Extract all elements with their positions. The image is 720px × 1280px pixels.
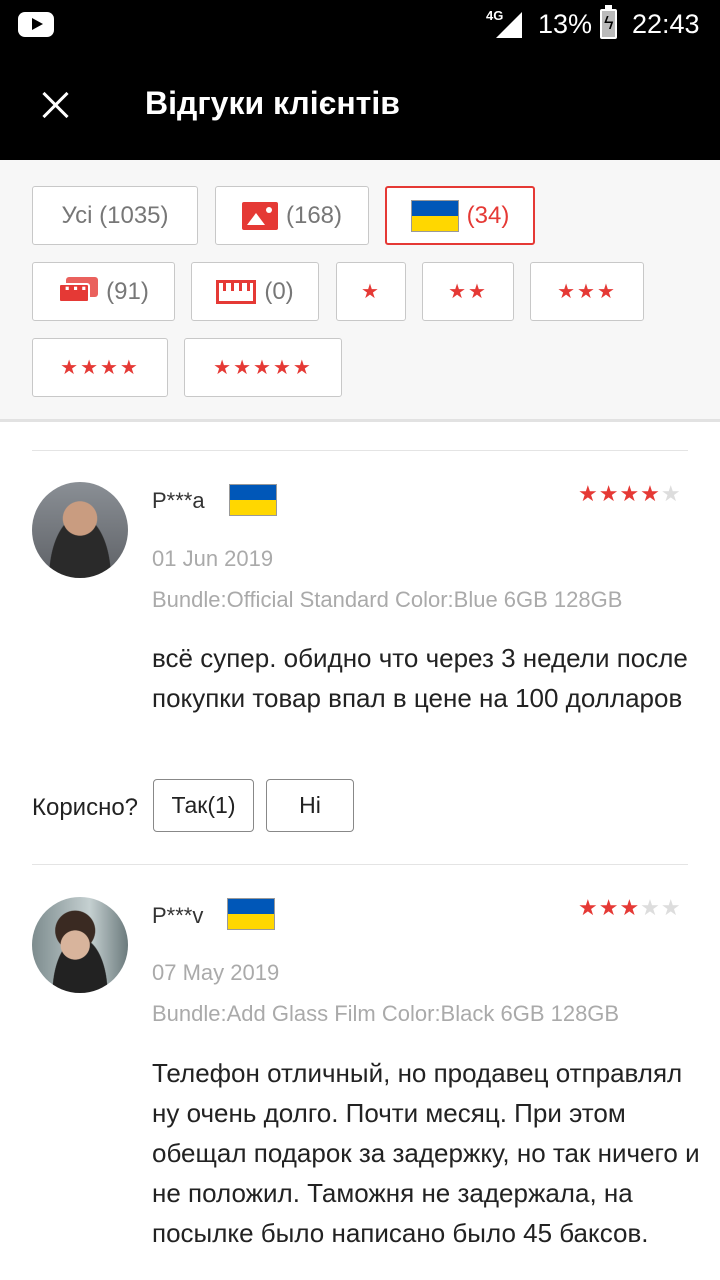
review-text: Телефон отличный, но продавец отправлял …	[152, 1058, 700, 1248]
image-icon	[241, 201, 278, 230]
filter-ukraine[interactable]: (34)	[385, 186, 535, 245]
review-rating: ★★★★★	[578, 481, 682, 506]
filter-5-stars[interactable]: ★★★★★	[184, 338, 342, 397]
filter-2-stars-label: ★★	[448, 281, 488, 303]
filter-1-star-label: ★	[361, 281, 381, 303]
avatar	[32, 482, 128, 578]
review-bundle: Bundle:Official Standard Color:Blue 6GB …	[152, 587, 623, 612]
divider	[32, 450, 688, 451]
filter-comments-label: (91)	[106, 277, 149, 305]
close-icon[interactable]	[30, 80, 80, 130]
review-rating: ★★★★★	[578, 895, 682, 920]
review-text: всё супер. обидно что через 3 недели пос…	[152, 643, 688, 713]
reviewer-name: P***v	[152, 903, 204, 928]
app-bar: Відгуки клієнтів	[0, 50, 720, 160]
review-filters: Усі (1035) (168) (34) (91) (0) ★ ★★ ★★★ …	[0, 160, 720, 422]
message-icon	[58, 276, 99, 307]
ukraine-flag-icon	[229, 484, 277, 516]
filter-3-stars-label: ★★★	[557, 281, 617, 303]
helpful-yes-button[interactable]: Так(1)	[153, 779, 254, 832]
filter-4-stars-label: ★★★★	[60, 357, 140, 379]
filter-all-label: Усі (1035)	[61, 201, 169, 229]
ukraine-flag-icon	[410, 199, 459, 232]
page-title: Відгуки клієнтів	[145, 85, 400, 121]
filter-3-stars[interactable]: ★★★	[530, 262, 644, 321]
divider	[32, 864, 688, 865]
filter-all[interactable]: Усі (1035)	[32, 186, 198, 245]
review-date: 07 May 2019	[152, 960, 280, 985]
ukraine-flag-icon	[227, 898, 275, 930]
review-bundle: Bundle:Add Glass Film Color:Black 6GB 12…	[152, 1001, 620, 1026]
filter-2-stars[interactable]: ★★	[422, 262, 514, 321]
battery-charging-icon: ϟ	[600, 5, 617, 39]
signal-icon: 4G	[486, 8, 522, 40]
battery-percent: 13%	[538, 9, 593, 39]
filter-size-label: (0)	[264, 277, 294, 305]
helpful-label: Корисно?	[32, 794, 139, 821]
status-bar: 4G 13% ϟ 22:43	[0, 0, 720, 50]
ruler-icon	[216, 279, 257, 304]
filter-photos[interactable]: (168)	[215, 186, 369, 245]
clock: 22:43	[632, 9, 700, 39]
youtube-notification-icon	[18, 12, 54, 37]
filter-ukraine-label: (34)	[466, 201, 510, 229]
filter-1-star[interactable]: ★	[336, 262, 406, 321]
filter-comments[interactable]: (91)	[32, 262, 175, 321]
reviewer-name: P***a	[152, 488, 205, 513]
filter-photos-label: (168)	[285, 201, 343, 229]
helpful-no-button[interactable]: Ні	[266, 779, 354, 832]
filter-size[interactable]: (0)	[191, 262, 319, 321]
review-date: 01 Jun 2019	[152, 546, 274, 571]
filter-4-stars[interactable]: ★★★★	[32, 338, 168, 397]
avatar	[32, 897, 128, 993]
filter-5-stars-label: ★★★★★	[213, 357, 313, 379]
